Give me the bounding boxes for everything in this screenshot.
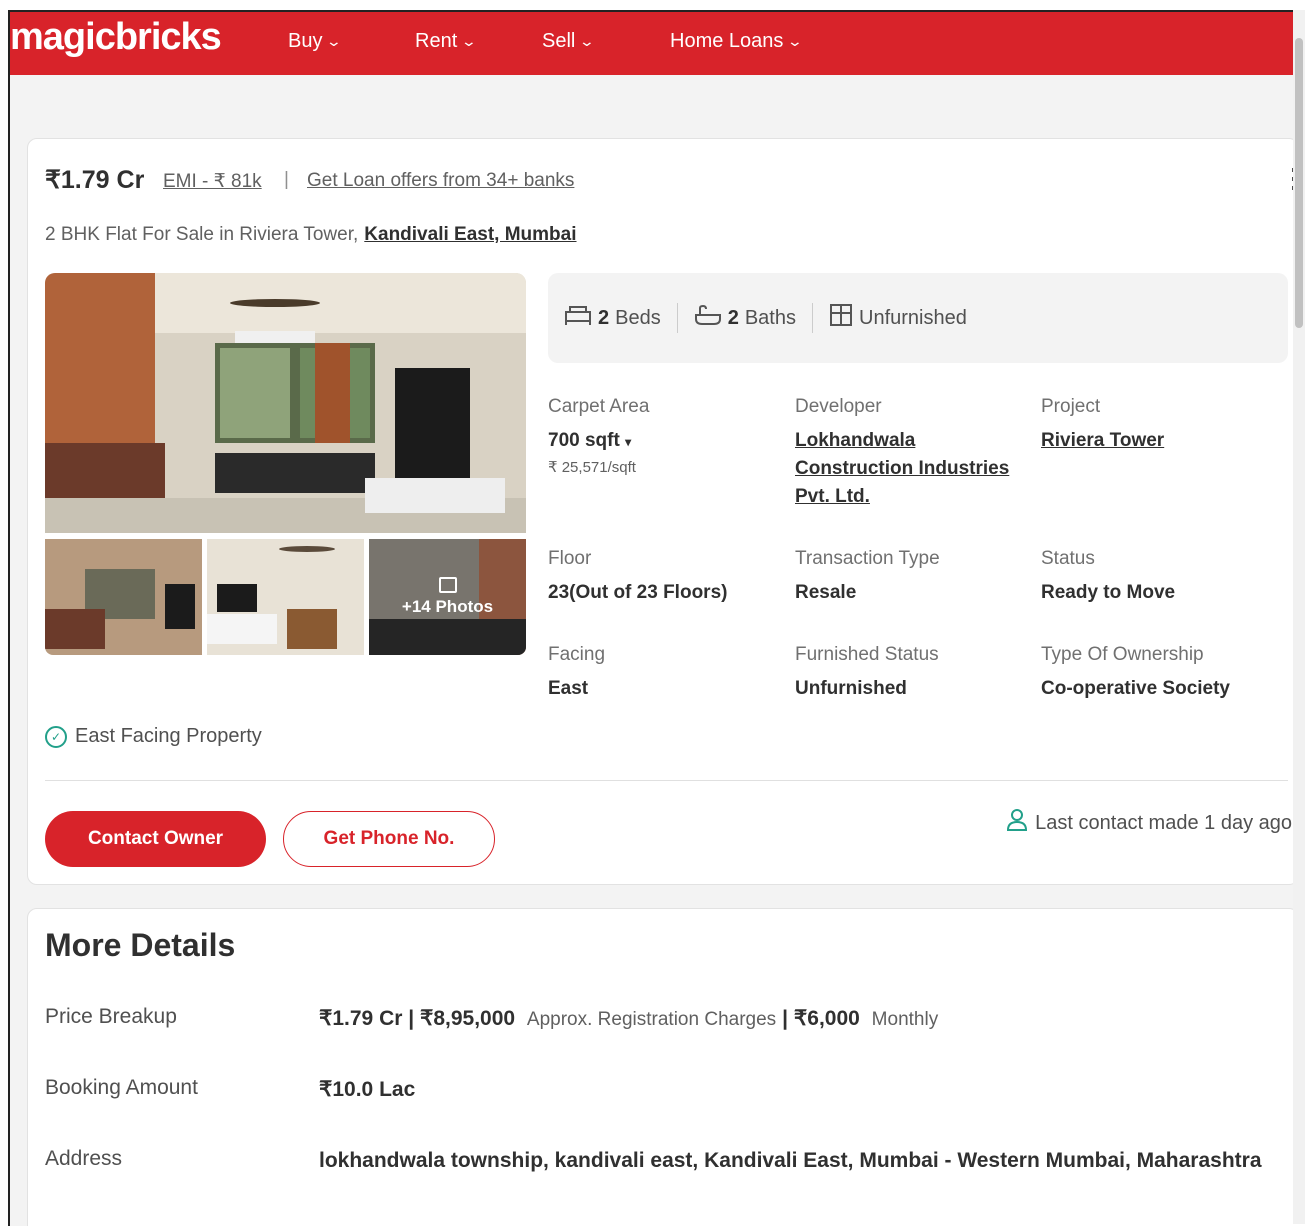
furnished-value: Unfurnished [795, 678, 907, 699]
attr-ownership: Type Of Ownership Co-operative Society [1041, 644, 1271, 703]
more-details-card: More Details Price Breakup ₹1.79 Cr | ₹8… [27, 908, 1295, 1226]
gallery-icon [438, 577, 457, 593]
check-circle-icon: ✓ [45, 725, 67, 748]
attr-label: Developer [795, 396, 882, 417]
attr-label: Project [1041, 396, 1101, 417]
more-photos-label: +14 Photos [401, 597, 494, 616]
thumbnail-more[interactable]: +14 Photos [369, 539, 526, 655]
beds-count: 2 [598, 306, 610, 329]
thumbnail-2[interactable] [207, 539, 364, 655]
nav-sell[interactable]: Sell ⌄ [542, 30, 596, 53]
attr-status: Status Ready to Move [1041, 548, 1271, 607]
facing-value: East [548, 678, 589, 699]
furnishing-summary: Unfurnished [813, 303, 983, 333]
last-contact-info: Last contact made 1 day ago [1007, 809, 1292, 837]
chevron-down-icon: ⌄ [460, 33, 478, 49]
caret-down-icon: ▾ [625, 435, 632, 449]
attr-developer: Developer Lokhandwala Construction Indus… [795, 396, 1010, 511]
attr-transaction: Transaction Type Resale [795, 548, 1025, 607]
locality-link[interactable]: Kandivali East, Mumbai [364, 224, 576, 245]
separator: | [284, 169, 289, 190]
property-title: 2 BHK Flat For Sale in Riviera Tower, Kan… [45, 224, 577, 246]
price-breakup-label: Price Breakup [45, 1005, 177, 1028]
user-icon [1007, 809, 1028, 837]
baths-summary: 2 Baths [678, 303, 813, 333]
booking-amount-label: Booking Amount [45, 1076, 198, 1099]
carpet-area-value[interactable]: 700 sqft ▾ [548, 427, 778, 456]
floor-value: 23(Out of 23 Floors) [548, 582, 728, 603]
wardrobe-icon [829, 303, 853, 333]
ownership-value: Co-operative Society [1041, 678, 1230, 699]
chevron-down-icon: ⌄ [326, 33, 343, 49]
attr-label: Floor [548, 548, 592, 569]
top-navbar: magicbricks Buy ⌄ Rent ⌄ Sell ⌄ Home Loans ⌄ [10, 12, 1295, 75]
beds-label: Beds [615, 306, 661, 329]
nav-home-loans-label: Home Loans [670, 30, 784, 52]
carpet-area-value-text: 700 sqft [548, 430, 620, 451]
price: ₹1.79 Cr [45, 166, 145, 194]
monthly-charges: ₹6,000 [793, 1007, 860, 1030]
get-phone-button[interactable]: Get Phone No. [283, 811, 495, 867]
carpet-area-rate: ₹ 25,571/sqft [548, 459, 636, 476]
bed-icon [564, 304, 592, 332]
attr-carpet-area: Carpet Area 700 sqft ▾ ₹ 25,571/sqft [548, 396, 778, 476]
nav-sell-label: Sell [542, 30, 576, 52]
status-value: Ready to Move [1041, 582, 1176, 603]
attr-label: Furnished Status [795, 644, 939, 665]
address-label: Address [45, 1147, 123, 1170]
developer-link[interactable]: Lokhandwala Construction Industries Pvt.… [795, 427, 1010, 511]
nav-buy-label: Buy [288, 30, 323, 52]
furnishing-label: Unfurnished [859, 306, 967, 329]
main-photo[interactable] [45, 273, 526, 533]
address-value: lokhandwala township, kandivali east, Ka… [319, 1149, 1262, 1172]
attr-label: Carpet Area [548, 396, 650, 417]
registration-note: Approx. Registration Charges [526, 1009, 777, 1030]
registration-charges: ₹8,95,000 [419, 1007, 516, 1030]
price-breakup-main: ₹1.79 Cr | [319, 1007, 415, 1030]
attr-label: Facing [548, 644, 606, 665]
project-link[interactable]: Riviera Tower [1041, 427, 1271, 455]
nav-rent-label: Rent [415, 30, 458, 52]
logo[interactable]: magicbricks [10, 16, 222, 59]
browser-viewport: magicbricks Buy ⌄ Rent ⌄ Sell ⌄ Home Loans ⌄… [8, 10, 1295, 1226]
price-breakup-value: ₹1.79 Cr | ₹8,95,000 Approx. Registratio… [319, 1003, 1279, 1035]
attr-project: Project Riviera Tower [1041, 396, 1271, 455]
attr-label: Type Of Ownership [1041, 644, 1204, 665]
chevron-down-icon: ⌄ [579, 33, 596, 49]
booking-amount-value: ₹10.0 Lac [319, 1078, 416, 1101]
monthly-note: Monthly [871, 1009, 939, 1030]
property-title-text: 2 BHK Flat For Sale in Riviera Tower, [45, 224, 359, 245]
beds-summary: 2 Beds [548, 303, 678, 333]
attr-label: Status [1041, 548, 1095, 569]
pipe-separator: | [782, 1007, 789, 1030]
baths-label: Baths [744, 306, 796, 329]
last-contact-text: Last contact made 1 day ago [1035, 811, 1292, 834]
thumbnail-1[interactable] [45, 539, 202, 655]
highlight-east-facing: ✓ East Facing Property [45, 725, 262, 748]
more-details-title: More Details [45, 927, 236, 963]
summary-bar: 2 Beds 2 Baths Unfurnished [548, 273, 1288, 363]
transaction-value: Resale [795, 582, 857, 603]
attr-label: Transaction Type [795, 548, 940, 569]
bathtub-icon [694, 304, 722, 332]
contact-owner-button[interactable]: Contact Owner [45, 811, 266, 867]
baths-count: 2 [727, 306, 739, 329]
more-photos-overlay[interactable]: +14 Photos [369, 539, 526, 655]
chevron-down-icon: ⌄ [787, 33, 804, 49]
attr-furnished: Furnished Status Unfurnished [795, 644, 1025, 703]
divider [45, 780, 1288, 781]
attr-floor: Floor 23(Out of 23 Floors) [548, 548, 778, 607]
highlight-text: East Facing Property [75, 725, 262, 747]
property-card: ₹1.79 Cr EMI - ₹ 81k | Get Loan offers f… [27, 138, 1295, 885]
loan-offers-link[interactable]: Get Loan offers from 34+ banks [307, 170, 574, 192]
nav-rent[interactable]: Rent ⌄ [415, 30, 478, 53]
vertical-scrollbar[interactable] [1293, 10, 1305, 1224]
nav-home-loans[interactable]: Home Loans ⌄ [670, 30, 804, 53]
emi-link[interactable]: EMI - ₹ 81k [163, 170, 262, 193]
attr-facing: Facing East [548, 644, 778, 703]
nav-buy[interactable]: Buy ⌄ [288, 30, 343, 53]
scrollbar-thumb[interactable] [1295, 38, 1303, 328]
